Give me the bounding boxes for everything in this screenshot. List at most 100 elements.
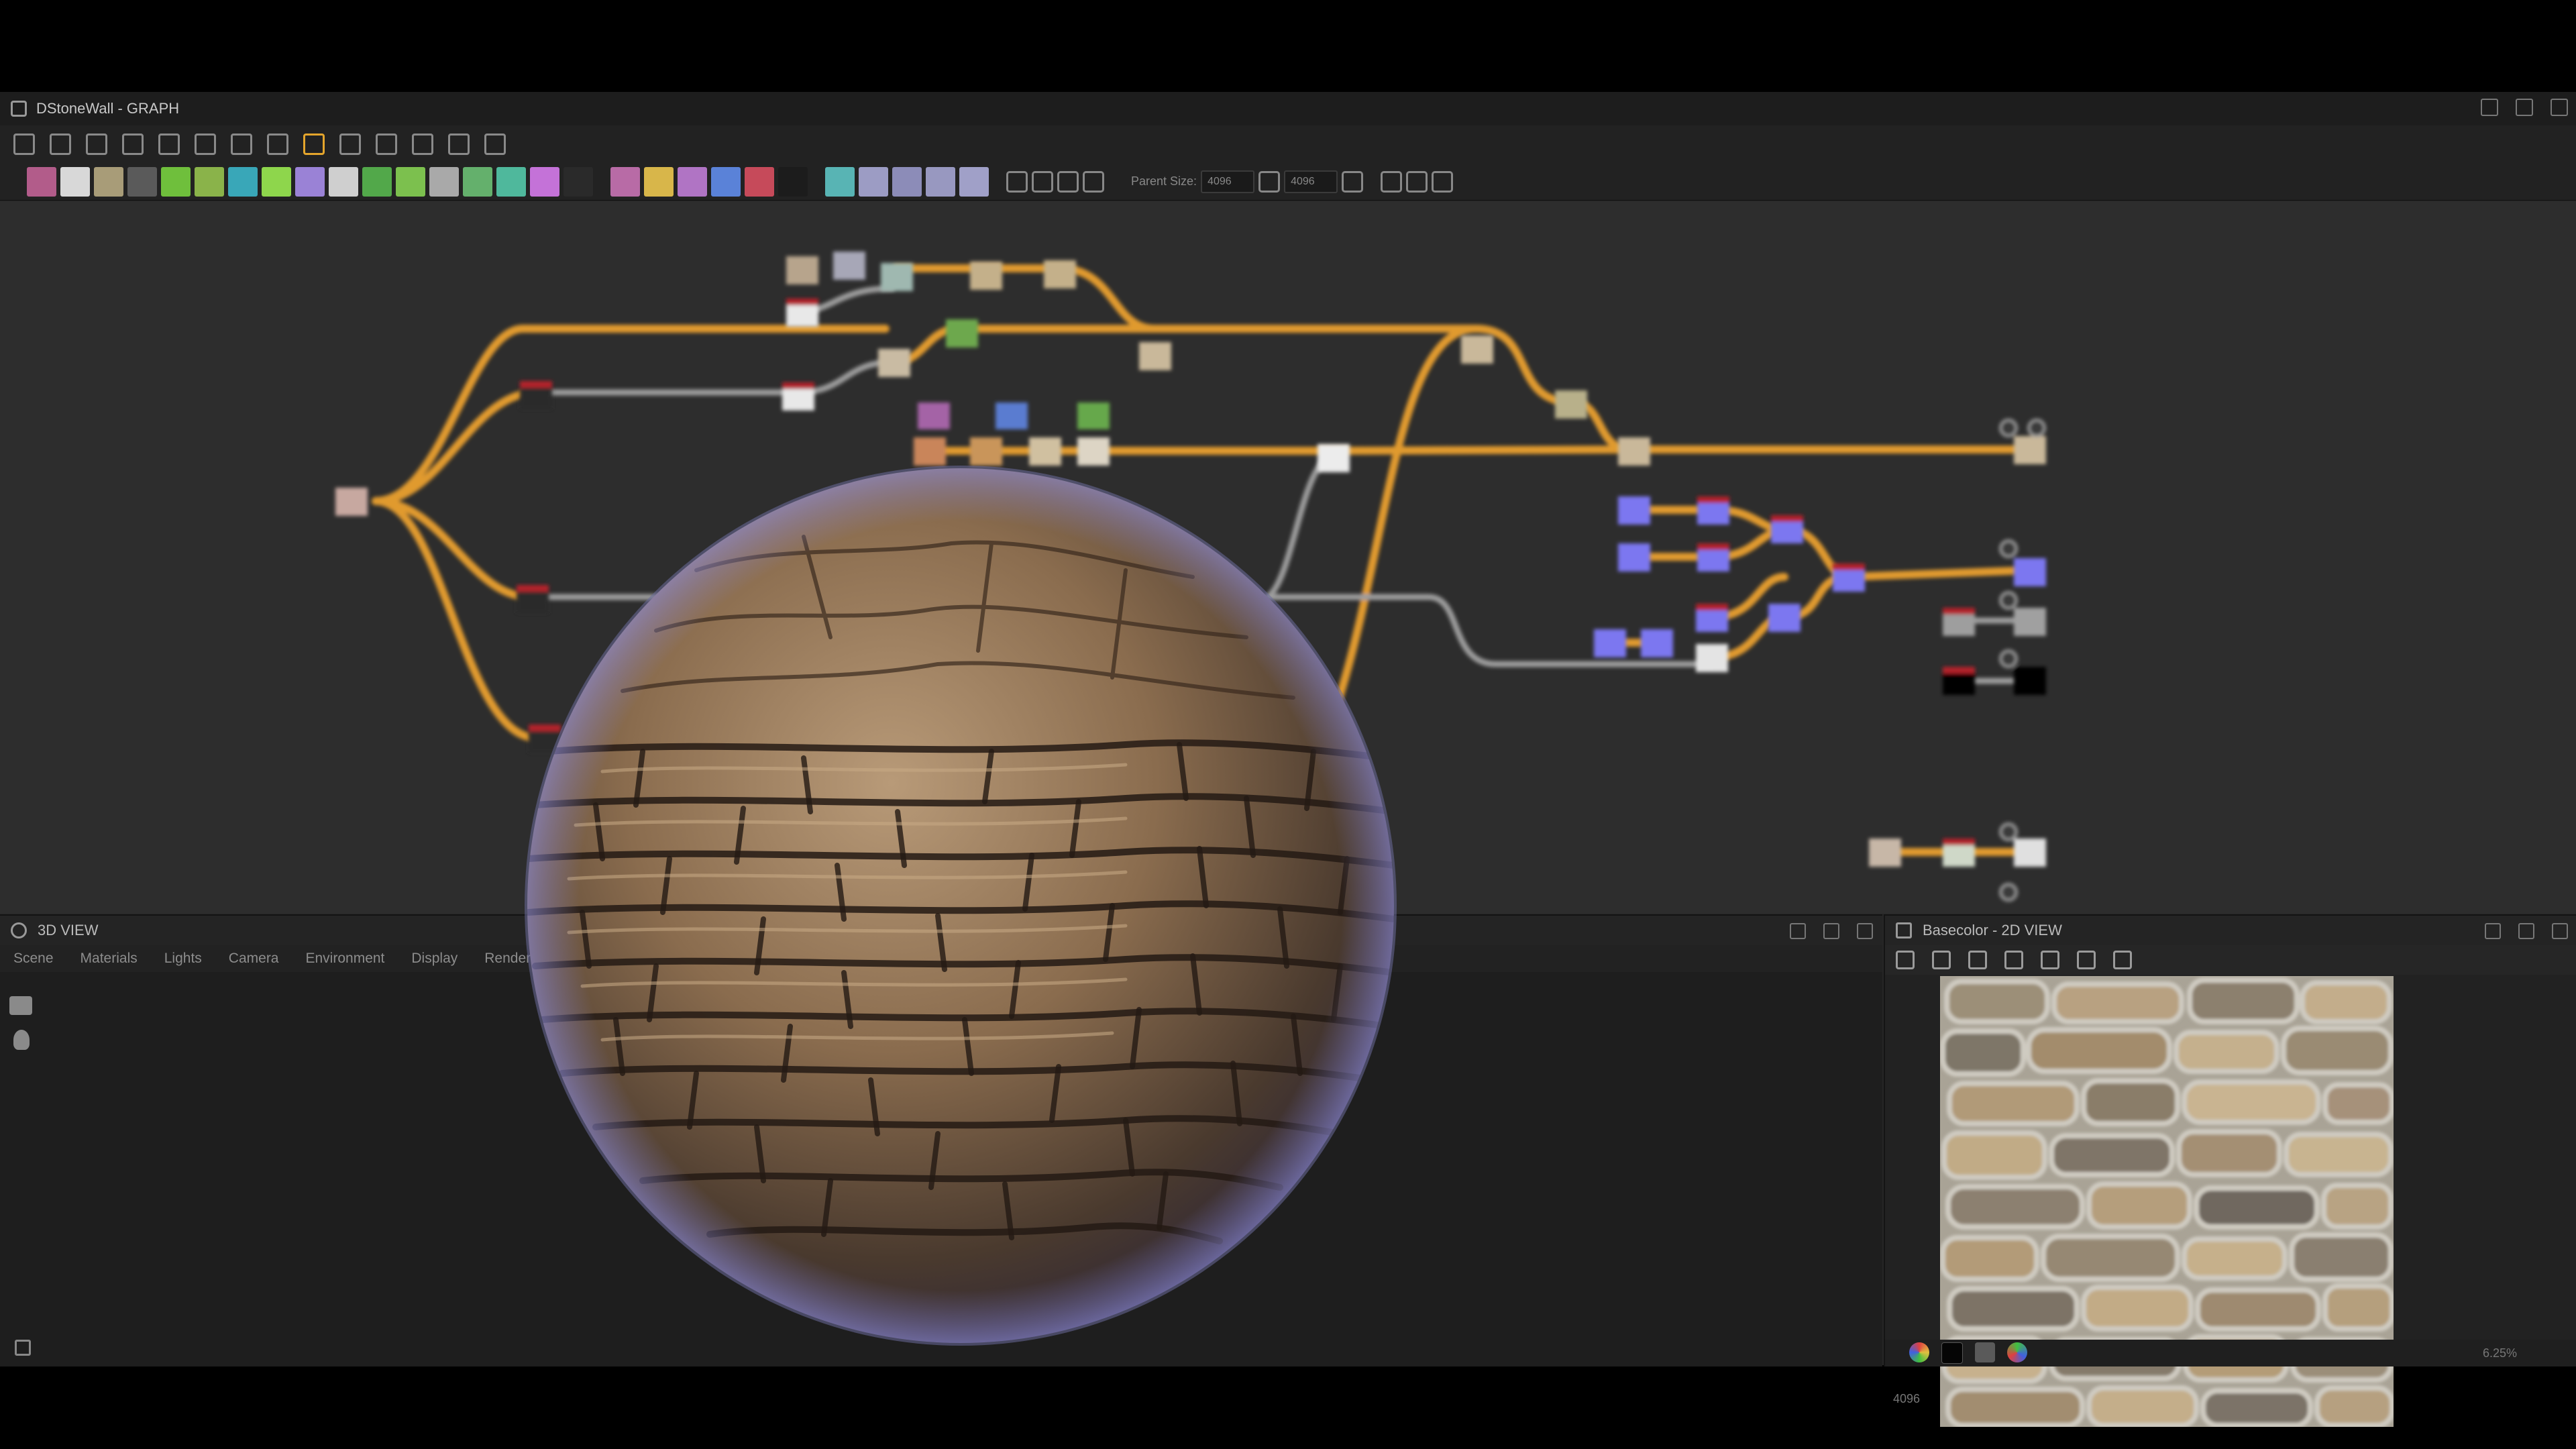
search-icon[interactable] (158, 133, 180, 155)
output-icon[interactable] (1999, 883, 2018, 902)
graph-node[interactable] (1461, 335, 1493, 364)
align-icon[interactable] (339, 133, 361, 155)
graph-node[interactable] (2014, 839, 2046, 867)
node-swatch[interactable] (745, 166, 774, 197)
node-swatch[interactable] (362, 166, 392, 197)
connection-style-icon[interactable] (303, 133, 325, 155)
menu-environment[interactable]: Environment (306, 951, 385, 967)
menu-display[interactable]: Display (411, 951, 458, 967)
maximize-icon[interactable] (2516, 99, 2533, 116)
node-swatch[interactable] (678, 166, 707, 197)
save-icon[interactable] (1932, 951, 1951, 969)
camera-icon[interactable] (86, 133, 107, 155)
pin-icon[interactable] (2485, 923, 2501, 939)
node-swatch[interactable] (564, 166, 593, 197)
node-swatch[interactable] (262, 166, 291, 197)
align-horizontal-icon[interactable] (1381, 170, 1403, 193)
snap-icon[interactable] (1432, 170, 1454, 193)
close-icon[interactable] (1857, 923, 1873, 939)
frame-icon[interactable] (13, 133, 35, 155)
graph-node[interactable] (1618, 496, 1650, 525)
node-swatch[interactable] (463, 166, 492, 197)
maximize-icon[interactable] (2518, 923, 2534, 939)
grid-icon[interactable] (484, 133, 506, 155)
output-icon[interactable] (1999, 539, 2018, 558)
share-icon[interactable] (2004, 951, 2023, 969)
node-swatch[interactable] (711, 166, 741, 197)
graph-node[interactable] (1555, 390, 1587, 419)
layout-icon[interactable] (448, 133, 470, 155)
refresh-icon[interactable] (376, 133, 397, 155)
node-swatch[interactable] (195, 166, 224, 197)
output-icon[interactable] (1999, 649, 2018, 668)
output-size-dropdown[interactable]: 4096 (1284, 170, 1338, 193)
graph-node[interactable] (2014, 436, 2046, 464)
node-swatch[interactable] (778, 166, 808, 197)
pick-icon[interactable] (2041, 951, 2059, 969)
node-swatch[interactable] (161, 166, 191, 197)
graph-node[interactable] (2014, 558, 2046, 586)
black-swatch[interactable] (1941, 1342, 1963, 1364)
node-swatch[interactable] (396, 166, 425, 197)
alpha-channel-icon[interactable] (2007, 1342, 2027, 1362)
graph-node[interactable] (996, 402, 1028, 429)
graph-node[interactable] (970, 262, 1002, 290)
output-icon[interactable] (1999, 822, 2018, 841)
node-swatch[interactable] (825, 166, 855, 197)
graph-node[interactable] (946, 319, 978, 347)
edit-icon[interactable] (412, 133, 433, 155)
node-swatch[interactable] (228, 166, 258, 197)
align-vertical-icon[interactable] (1406, 170, 1428, 193)
node-swatch[interactable] (892, 166, 922, 197)
node-swatch[interactable] (127, 166, 157, 197)
color-channel-icon[interactable] (1909, 1342, 1929, 1362)
graph-node[interactable] (970, 437, 1002, 466)
node-swatch[interactable] (859, 166, 888, 197)
node-swatch[interactable] (959, 166, 989, 197)
pin-icon[interactable] (1083, 170, 1104, 193)
pen-icon[interactable] (122, 133, 144, 155)
copy-icon[interactable] (1896, 951, 1915, 969)
graph-node[interactable] (1594, 629, 1626, 657)
menu-materials[interactable]: Materials (80, 951, 138, 967)
info-icon[interactable] (2077, 951, 2096, 969)
node-swatch[interactable] (27, 166, 56, 197)
link-icon[interactable] (1258, 170, 1281, 193)
node-swatch[interactable] (295, 166, 325, 197)
histogram-icon[interactable] (2113, 951, 2132, 969)
node-swatch[interactable] (644, 166, 674, 197)
node-swatch[interactable] (610, 166, 640, 197)
graph-node[interactable] (2014, 667, 2046, 695)
node-swatch[interactable] (329, 166, 358, 197)
message-icon[interactable] (1006, 170, 1028, 193)
graph-node[interactable] (786, 256, 818, 284)
close-icon[interactable] (2552, 923, 2568, 939)
graph-node[interactable] (1077, 402, 1110, 429)
move-icon[interactable] (50, 133, 71, 155)
snapshot-icon[interactable] (15, 1340, 31, 1356)
graph-node[interactable] (833, 252, 865, 280)
menu-camera[interactable]: Camera (229, 951, 279, 967)
graph-node[interactable] (1869, 839, 1901, 867)
graph-node[interactable] (335, 488, 368, 516)
pin-icon[interactable] (1790, 923, 1806, 939)
menu-lights[interactable]: Lights (164, 951, 202, 967)
node-swatch[interactable] (429, 166, 459, 197)
node-swatch[interactable] (496, 166, 526, 197)
menu-scene[interactable]: Scene (13, 951, 54, 967)
graph-node[interactable] (1077, 437, 1110, 466)
graph-node[interactable] (1618, 437, 1650, 466)
graph-node[interactable] (1696, 644, 1728, 672)
link-icon[interactable] (195, 133, 216, 155)
graph-node[interactable] (1768, 604, 1801, 632)
layers-icon[interactable] (1968, 951, 1987, 969)
node-swatch[interactable] (94, 166, 123, 197)
graph-node[interactable] (1029, 437, 1061, 466)
node-swatch[interactable] (530, 166, 559, 197)
graph-node[interactable] (2014, 608, 2046, 636)
page-icon[interactable] (1057, 170, 1079, 193)
reset-icon[interactable] (1342, 170, 1364, 193)
output-icon[interactable] (2027, 419, 2046, 437)
node-swatch[interactable] (926, 166, 955, 197)
graph-node[interactable] (878, 349, 910, 377)
